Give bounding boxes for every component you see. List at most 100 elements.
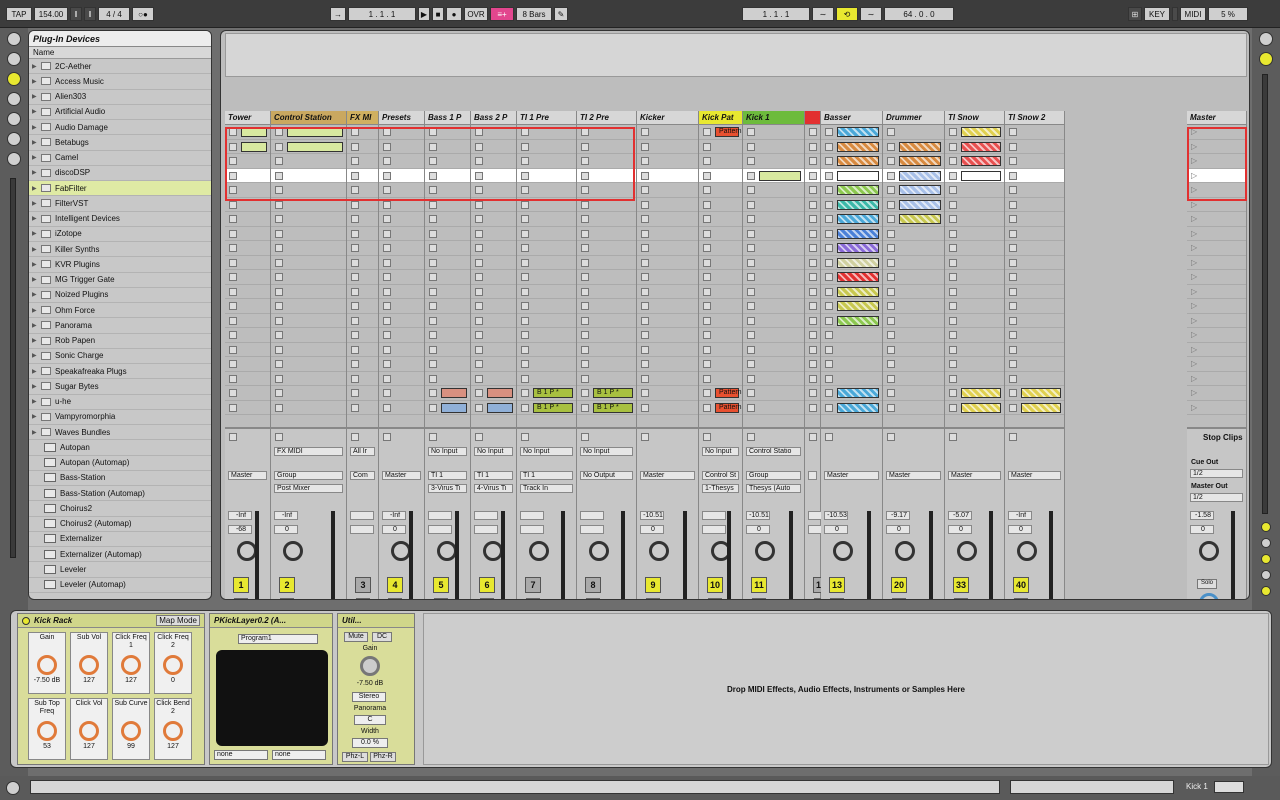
clip[interactable] xyxy=(961,402,1001,413)
volume-field[interactable]: -10.51 xyxy=(746,511,770,520)
clip-slot[interactable] xyxy=(577,328,636,343)
clip-slot[interactable] xyxy=(883,168,944,183)
samples-icon[interactable] xyxy=(7,112,21,126)
stop-clip-button[interactable] xyxy=(809,433,817,441)
clip-slot[interactable] xyxy=(517,241,576,256)
clip-launch-button[interactable] xyxy=(521,360,529,368)
clip-slot[interactable] xyxy=(1005,357,1064,372)
clip-slot[interactable] xyxy=(805,372,820,386)
clip-launch-button[interactable] xyxy=(747,345,755,354)
solo-button[interactable]: S xyxy=(356,598,370,599)
scene-launch-icon[interactable]: ▷ xyxy=(1191,301,1197,310)
clip-slot[interactable] xyxy=(637,401,698,415)
clip-slot[interactable] xyxy=(471,227,516,241)
clip-launch-button[interactable] xyxy=(703,200,711,209)
scene-launch-slot[interactable]: ▷ xyxy=(1187,386,1246,401)
clip-launch-button[interactable] xyxy=(581,389,589,397)
clip-slot[interactable] xyxy=(821,212,882,227)
clip[interactable] xyxy=(241,141,267,152)
expand-triangle-icon[interactable]: ▶ xyxy=(32,383,39,390)
clip-slot[interactable] xyxy=(425,299,470,314)
track-activator-button[interactable]: 5 xyxy=(433,577,449,593)
clip-launch-button[interactable] xyxy=(1009,229,1017,238)
clip-slot[interactable] xyxy=(637,212,698,227)
pan-knob[interactable] xyxy=(483,541,503,561)
output-type-select[interactable] xyxy=(808,471,817,480)
clip-launch-button[interactable] xyxy=(949,345,957,354)
clip-slot[interactable] xyxy=(517,154,576,169)
scene-launch-icon[interactable]: ▷ xyxy=(1191,374,1197,383)
clip-slot[interactable] xyxy=(821,256,882,270)
clip-launch-button[interactable] xyxy=(747,215,755,223)
clip[interactable] xyxy=(961,127,1001,137)
clip-launch-button[interactable] xyxy=(351,374,359,383)
clip-slot[interactable] xyxy=(637,343,698,357)
expand-triangle-icon[interactable]: ▶ xyxy=(32,78,39,85)
clip-launch-button[interactable] xyxy=(429,273,437,281)
metronome-button[interactable]: ○● xyxy=(132,7,154,21)
clip-launch-button[interactable] xyxy=(825,200,833,209)
plugin-browser-icon[interactable] xyxy=(7,72,21,86)
clip-launch-button[interactable] xyxy=(1009,389,1017,397)
clip-launch-button[interactable] xyxy=(351,215,359,223)
scene-launch-slot[interactable]: ▷ xyxy=(1187,125,1246,140)
clip-slot[interactable] xyxy=(945,168,1004,183)
clip-launch-button[interactable] xyxy=(581,215,589,223)
clip-slot[interactable] xyxy=(821,168,882,183)
pan-knob[interactable] xyxy=(529,541,549,561)
track-activator-button[interactable]: 7 xyxy=(525,577,541,593)
clip-launch-button[interactable] xyxy=(641,229,649,238)
clip-launch-button[interactable] xyxy=(429,157,437,165)
scene-launch-slot[interactable]: ▷ xyxy=(1187,154,1246,169)
clip-launch-button[interactable] xyxy=(429,186,437,194)
browser-folder[interactable]: ▶ Access Music xyxy=(29,74,211,90)
clip-slot[interactable] xyxy=(577,343,636,357)
track-title[interactable]: Kick Pat xyxy=(699,111,742,125)
panorama-field[interactable]: C xyxy=(354,715,386,725)
clip-slot[interactable] xyxy=(699,343,742,357)
clip-launch-button[interactable] xyxy=(747,200,755,209)
clip-slot[interactable] xyxy=(517,343,576,357)
scene-launch-icon[interactable]: ▷ xyxy=(1191,200,1197,209)
browser-device[interactable]: Choirus2 xyxy=(29,501,211,517)
clip-launch-button[interactable] xyxy=(229,345,237,354)
clip-slot[interactable] xyxy=(577,212,636,227)
clip-launch-button[interactable] xyxy=(275,360,283,368)
clip-launch-button[interactable] xyxy=(641,215,649,223)
clip-slot[interactable] xyxy=(271,154,346,169)
output-type-select[interactable]: Control St xyxy=(702,471,739,480)
scene-launch-icon[interactable]: ▷ xyxy=(1191,127,1197,136)
send-field[interactable] xyxy=(580,525,604,534)
clip-slot[interactable] xyxy=(805,241,820,256)
clip-launch-button[interactable] xyxy=(703,171,711,180)
clip-launch-button[interactable] xyxy=(275,345,283,354)
clip-slot[interactable] xyxy=(425,154,470,169)
clip-slot[interactable] xyxy=(883,285,944,299)
clip-slot[interactable] xyxy=(225,357,270,372)
clip-slot[interactable] xyxy=(517,198,576,212)
volume-field[interactable]: -5.07 xyxy=(948,511,972,520)
clip-slot[interactable] xyxy=(379,125,424,140)
output-type-select[interactable]: Master xyxy=(640,471,695,480)
clip[interactable] xyxy=(837,214,879,224)
clip-launch-button[interactable] xyxy=(949,186,957,194)
master-out-select[interactable]: 1/2 xyxy=(1190,493,1243,502)
clip-launch-button[interactable] xyxy=(887,389,895,397)
clip-slot[interactable] xyxy=(471,125,516,140)
clip-slot[interactable] xyxy=(379,299,424,314)
clip-launch-button[interactable] xyxy=(521,215,529,223)
clip-launch-button[interactable] xyxy=(383,171,391,180)
solo-button[interactable]: S xyxy=(480,598,494,599)
clip-launch-button[interactable] xyxy=(475,229,483,238)
mute-button[interactable]: Mute xyxy=(344,632,368,642)
clip-launch-button[interactable] xyxy=(747,244,755,252)
clip-slot[interactable] xyxy=(379,183,424,198)
clip-launch-button[interactable] xyxy=(641,171,649,180)
clip-slot[interactable] xyxy=(699,241,742,256)
clip-launch-button[interactable] xyxy=(275,287,283,296)
clip-launch-button[interactable] xyxy=(229,244,237,252)
clip-launch-button[interactable] xyxy=(703,302,711,310)
clip-slot[interactable] xyxy=(699,256,742,270)
clip-slot[interactable] xyxy=(225,256,270,270)
input-channel-select[interactable]: Post Mixer xyxy=(274,484,343,493)
